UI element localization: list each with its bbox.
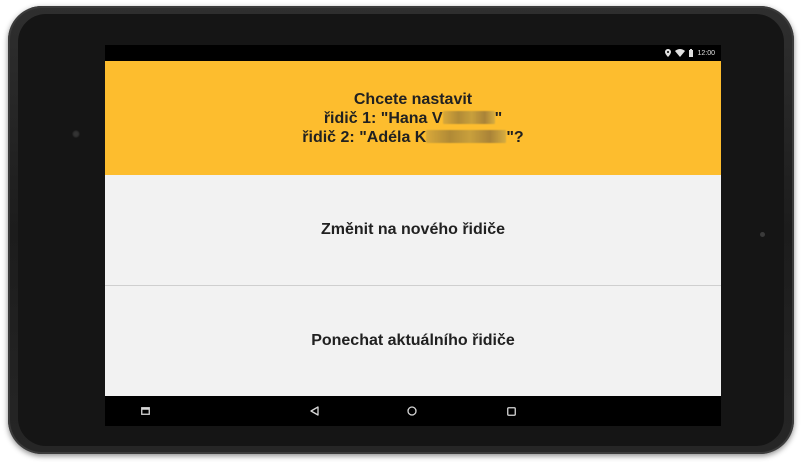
back-icon[interactable] [306, 403, 322, 419]
navigation-bar [105, 396, 721, 426]
driver-1-prefix: řidič 1: "Hana V [323, 109, 443, 127]
driver-2-suffix: "? [506, 128, 524, 146]
keep-driver-button[interactable]: Ponechat aktuálního řidiče [105, 286, 721, 396]
driver-2-line: řidič 2: "Adéla K "? [302, 128, 523, 147]
driver-1-line: řidič 1: "Hana V " [324, 109, 502, 128]
redacted-surname [442, 110, 495, 124]
sensor [760, 232, 765, 237]
recents-icon[interactable] [503, 403, 519, 419]
screen: 12:00 Chcete nastavit řidič 1: "Hana V " … [105, 45, 721, 426]
driver-2-prefix: řidič 2: "Adéla K [302, 128, 427, 146]
status-bar: 12:00 [105, 45, 721, 61]
change-driver-label: Změnit na nového řidiče [320, 221, 506, 238]
driver-1-suffix: " [494, 109, 503, 127]
dialog-title: Chcete nastavit [353, 90, 473, 108]
status-time: 12:00 [697, 49, 715, 57]
wifi-icon [675, 49, 686, 57]
redacted-surname [426, 129, 507, 143]
keep-driver-label: Ponechat aktuálního řidiče [311, 332, 515, 349]
change-driver-button[interactable]: Změnit na nového řidiče [105, 175, 721, 285]
location-icon [665, 49, 672, 57]
battery-icon [689, 49, 694, 57]
front-camera [72, 130, 80, 138]
menu-icon[interactable] [137, 403, 153, 419]
dialog-header: Chcete nastavit řidič 1: "Hana V " řidič … [105, 61, 721, 175]
home-icon[interactable] [404, 403, 420, 419]
